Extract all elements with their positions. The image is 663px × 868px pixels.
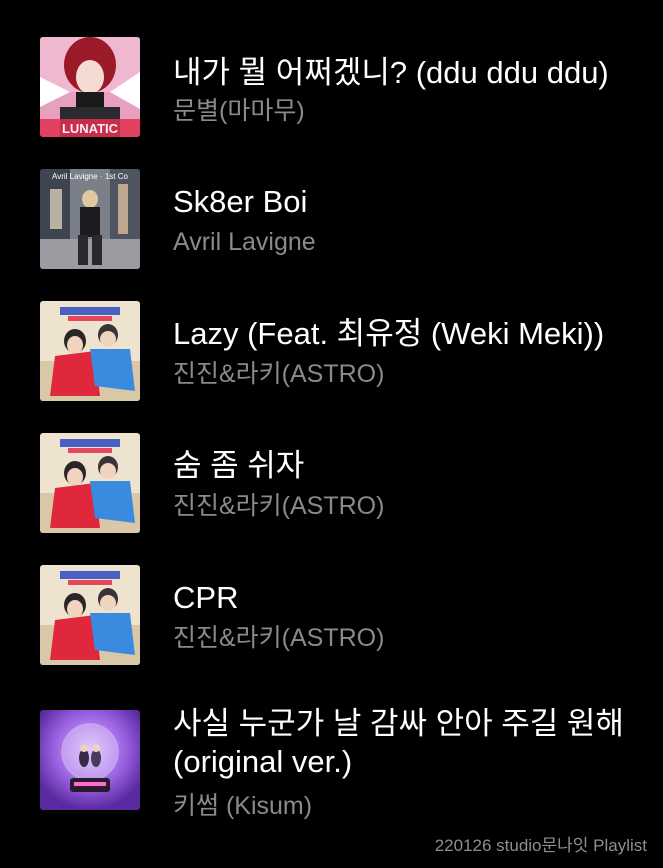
track-title: 숨 좀 쉬자 [173,448,305,483]
album-cover-jinjin-rocky [40,565,140,665]
album-cover-snow-globe [40,710,140,810]
track-row[interactable]: CPR 진진&라키(ASTRO) [0,546,663,678]
album-cover-jinjin-rocky [40,433,140,533]
track-artist: 진진&라키(ASTRO) [173,360,385,388]
track-title: 사실 누군가 날 감싸 안아 주길 원해 (original ver.) [173,706,624,779]
album-cover-jinjin-rocky [40,301,140,401]
track-title: CPR [173,580,239,615]
track-row[interactable]: 숨 좀 쉬자 진진&라키(ASTRO) [0,414,663,546]
album-cover-avril: Avril Lavigne · 1st Co [40,169,140,269]
track-artist: Avril Lavigne [173,228,316,256]
album-cover-lunatic: LUNATIC [40,37,140,137]
track-artist: 진진&라키(ASTRO) [173,492,385,520]
track-row[interactable]: Lazy (Feat. 최유정 (Weki Meki)) 진진&라키(ASTRO… [0,282,663,414]
track-row[interactable]: Avril Lavigne · 1st Co Sk8er Boi Avril L… [0,150,663,282]
track-title: Lazy (Feat. 최유정 (Weki Meki)) [173,316,605,351]
track-title: 내가 뭘 어쩌겠니? (ddu ddu ddu) [173,55,609,90]
track-row[interactable]: LUNATIC 내가 뭘 어쩌겠니? (ddu ddu ddu) 문별(마마무) [0,0,663,150]
track-row[interactable]: 사실 누군가 날 감싸 안아 주길 원해 (original ver.) 키썸 … [0,678,663,838]
svg-text:LUNATIC: LUNATIC [62,121,119,136]
track-artist: 문별(마마무) [173,97,305,125]
track-title: Sk8er Boi [173,184,308,219]
svg-text:Avril Lavigne · 1st Co: Avril Lavigne · 1st Co [52,172,128,181]
track-artist: 키썸 (Kisum) [173,792,313,820]
playlist-footer: 220126 studio문나잇 Playlist [434,836,647,855]
track-artist: 진진&라키(ASTRO) [173,624,385,652]
